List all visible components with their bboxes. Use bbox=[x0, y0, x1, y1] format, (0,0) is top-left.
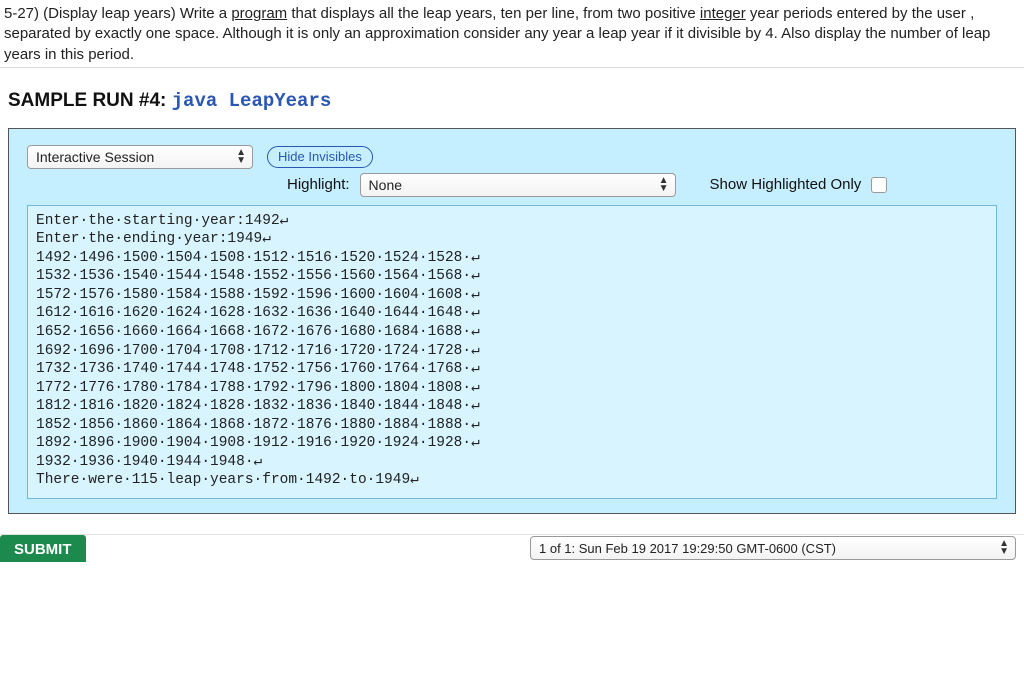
submit-label: SUBMIT bbox=[14, 541, 72, 558]
prompt-text: that displays all the leap years, ten pe… bbox=[287, 5, 700, 22]
highlight-select[interactable]: None ▲▼ bbox=[360, 173, 676, 197]
underline-program: program bbox=[231, 5, 287, 22]
submission-history-value: 1 of 1: Sun Feb 19 2017 19:29:50 GMT-060… bbox=[539, 541, 836, 556]
prompt-text: 5-27) (Display leap years) Write a bbox=[4, 5, 231, 22]
session-mode-select[interactable]: Interactive Session ▲▼ bbox=[27, 145, 253, 169]
submission-history-select[interactable]: 1 of 1: Sun Feb 19 2017 19:29:50 GMT-060… bbox=[530, 536, 1016, 560]
program-output: Enter·the·starting·year:1492↵ Enter·the·… bbox=[27, 205, 997, 499]
highlight-label: Highlight: bbox=[287, 176, 350, 193]
sample-run-heading: SAMPLE RUN #4: java LeapYears bbox=[0, 68, 1024, 122]
hide-invisibles-label: Hide Invisibles bbox=[278, 149, 362, 164]
updown-icon: ▲▼ bbox=[659, 177, 669, 193]
show-highlighted-only-label: Show Highlighted Only bbox=[710, 176, 862, 193]
sample-run-panel: Interactive Session ▲▼ Hide Invisibles H… bbox=[8, 128, 1016, 514]
updown-icon: ▲▼ bbox=[236, 149, 246, 165]
highlight-value: None bbox=[369, 177, 402, 193]
sample-run-command: java LeapYears bbox=[172, 90, 332, 112]
submit-button[interactable]: SUBMIT bbox=[0, 535, 86, 562]
hide-invisibles-button[interactable]: Hide Invisibles bbox=[267, 146, 373, 168]
updown-icon: ▲▼ bbox=[999, 540, 1009, 556]
sample-run-label: SAMPLE RUN #4: bbox=[8, 90, 172, 111]
problem-statement: 5-27) (Display leap years) Write a progr… bbox=[0, 0, 1024, 68]
session-mode-value: Interactive Session bbox=[36, 149, 154, 165]
underline-integer: integer bbox=[700, 5, 746, 22]
show-highlighted-only-checkbox[interactable] bbox=[871, 177, 887, 193]
